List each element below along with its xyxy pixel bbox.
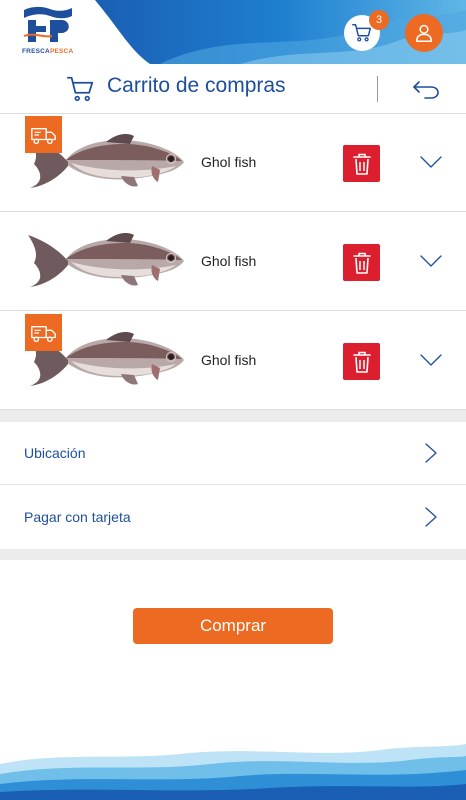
delete-item-button[interactable]	[343, 343, 380, 380]
cart-item: Ghol fish	[0, 312, 466, 410]
item-name: Ghol fish	[201, 352, 257, 368]
buy-button[interactable]: Comprar	[133, 608, 333, 644]
undo-arrow-icon[interactable]	[411, 77, 441, 101]
delete-item-button[interactable]	[343, 145, 380, 182]
chevron-down-icon[interactable]	[419, 352, 443, 368]
trash-icon	[352, 252, 371, 274]
location-label: Ubicación	[24, 445, 86, 461]
chevron-right-icon	[425, 507, 437, 527]
card-payment-label: Pagar con tarjeta	[24, 509, 131, 525]
cart-count-badge: 3	[369, 10, 389, 30]
chevron-down-icon[interactable]	[419, 154, 443, 170]
cart-item: Ghol fish	[0, 213, 466, 311]
fp-logo-mark	[23, 6, 72, 42]
cart-item: Ghol fish	[0, 114, 466, 212]
fish-image	[28, 233, 184, 287]
brand-logo[interactable]: FRESCAPESCA	[22, 6, 80, 58]
app-header: FRESCAPESCA 3	[0, 0, 466, 64]
title-divider	[377, 76, 378, 102]
brand-name: FRESCAPESCA	[22, 48, 73, 55]
user-profile-button[interactable]	[405, 14, 443, 52]
delete-item-button[interactable]	[343, 244, 380, 281]
trash-icon	[352, 351, 371, 373]
section-divider	[0, 549, 466, 560]
chevron-right-icon	[425, 443, 437, 463]
brand-name-part1: FRESCA	[22, 48, 50, 55]
delivery-truck-icon	[31, 325, 56, 342]
item-name: Ghol fish	[201, 253, 257, 269]
brand-name-part2: PESCA	[49, 48, 74, 55]
chevron-down-icon[interactable]	[419, 253, 443, 269]
section-divider	[0, 410, 466, 422]
trash-icon	[352, 153, 371, 175]
delivery-truck-icon	[31, 127, 56, 144]
shopping-cart-icon	[67, 76, 94, 102]
location-option[interactable]: Ubicación	[0, 422, 466, 485]
delivery-badge	[25, 314, 62, 351]
card-payment-option[interactable]: Pagar con tarjeta	[0, 486, 466, 549]
user-icon	[415, 24, 433, 42]
delivery-badge	[25, 116, 62, 153]
footer-wave-decoration	[0, 744, 466, 800]
item-name: Ghol fish	[201, 154, 257, 170]
page-title-bar: Carrito de compras	[0, 64, 466, 114]
page-title: Carrito de compras	[107, 74, 286, 97]
